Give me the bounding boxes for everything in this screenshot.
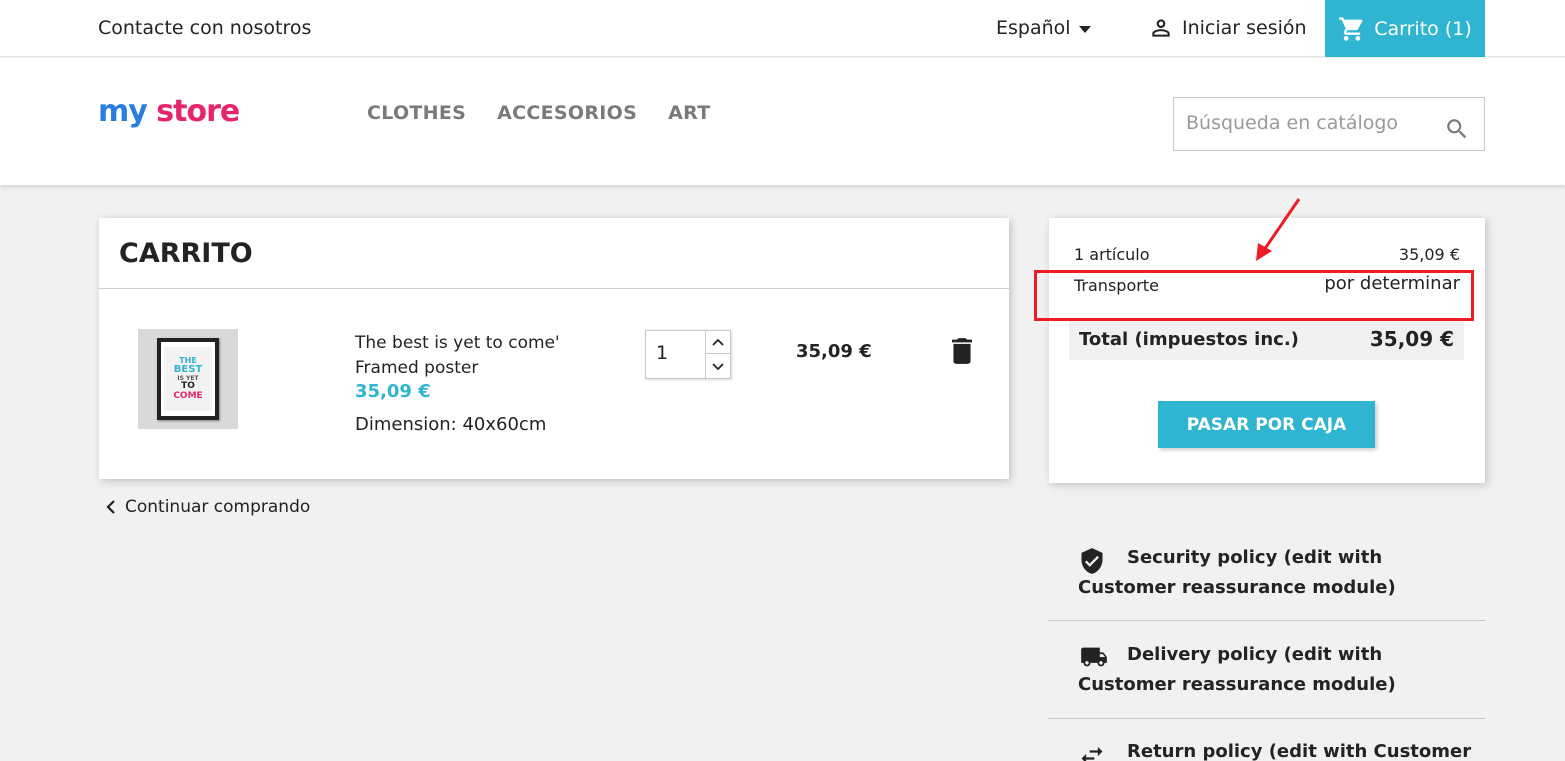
reassurance-text: Return policy (edit with Customer reassu… [1127,741,1472,761]
cart-title: CARRITO [119,238,253,269]
caret-down-icon [1078,25,1091,33]
quantity-input[interactable] [656,342,700,364]
product-unit-price: 35,09 € [355,381,431,402]
nav-item-accesorios[interactable]: ACCESORIOS [497,102,637,124]
user-icon [1152,19,1170,37]
cart-button[interactable]: Carrito (1) [1325,0,1485,57]
search-box [1173,97,1485,151]
header: my store CLOTHES ACCESORIOS ART [0,58,1565,185]
top-bar: Contacte con nosotros Español Iniciar se… [0,0,1565,57]
reassurance-text: Security policy (edit with Customer reas… [1078,547,1396,598]
chevron-down-icon [712,362,724,370]
cart-label: Carrito (1) [1374,17,1472,40]
sign-in-label: Iniciar sesión [1182,17,1307,39]
continue-shopping-label: Continuar comprando [125,497,311,517]
product-dimension: Dimension: 40x60cm [355,414,547,435]
continue-shopping-link[interactable]: Continuar comprando [106,497,310,517]
reassurance-text: Delivery policy (edit with Customer reas… [1078,644,1396,695]
quantity-stepper [645,330,731,379]
logo-store: store [156,94,240,129]
total-label: Total (impuestos inc.) [1079,328,1299,350]
logo-my: my [98,94,148,129]
chevron-up-icon [712,338,724,346]
contact-link[interactable]: Contacte con nosotros [98,17,311,39]
quantity-decrease-button[interactable] [705,355,730,378]
divider [1048,620,1485,621]
language-label: Español [996,17,1071,39]
nav-item-art[interactable]: ART [668,102,710,124]
nav-item-clothes[interactable]: CLOTHES [367,102,466,124]
poster-image: THE BEST IS YET TO COME [157,338,219,420]
sign-in-link[interactable]: Iniciar sesión [1148,15,1307,41]
line-total-price: 35,09 € [796,341,872,362]
search-icon[interactable] [1444,116,1470,142]
chevron-left-icon [106,500,115,514]
annotation-highlight-box [1034,270,1474,321]
language-selector[interactable]: Español [996,17,1091,39]
cart-panel: CARRITO THE BEST IS YET TO COME The best… [99,218,1009,479]
items-count-label: 1 artículo [1074,245,1150,264]
annotation-arrow-icon [1256,198,1301,261]
checkout-button[interactable]: PASAR POR CAJA [1158,401,1375,448]
summary-total-row: Total (impuestos inc.) 35,09 € [1069,318,1464,360]
items-subtotal: 35,09 € [1398,245,1460,264]
trash-icon[interactable] [952,338,972,364]
main-nav: CLOTHES ACCESORIOS ART [367,102,710,124]
quantity-increase-button[interactable] [705,331,730,354]
poster-line: COME [173,390,203,401]
divider [99,288,1009,289]
total-value: 35,09 € [1369,327,1454,351]
cart-icon [1339,16,1363,41]
store-logo[interactable]: my store [98,94,240,129]
search-input[interactable] [1186,112,1436,134]
divider [1048,718,1485,719]
product-thumbnail[interactable]: THE BEST IS YET TO COME [138,329,238,429]
product-name[interactable]: The best is yet to come' Framed poster [355,331,585,381]
